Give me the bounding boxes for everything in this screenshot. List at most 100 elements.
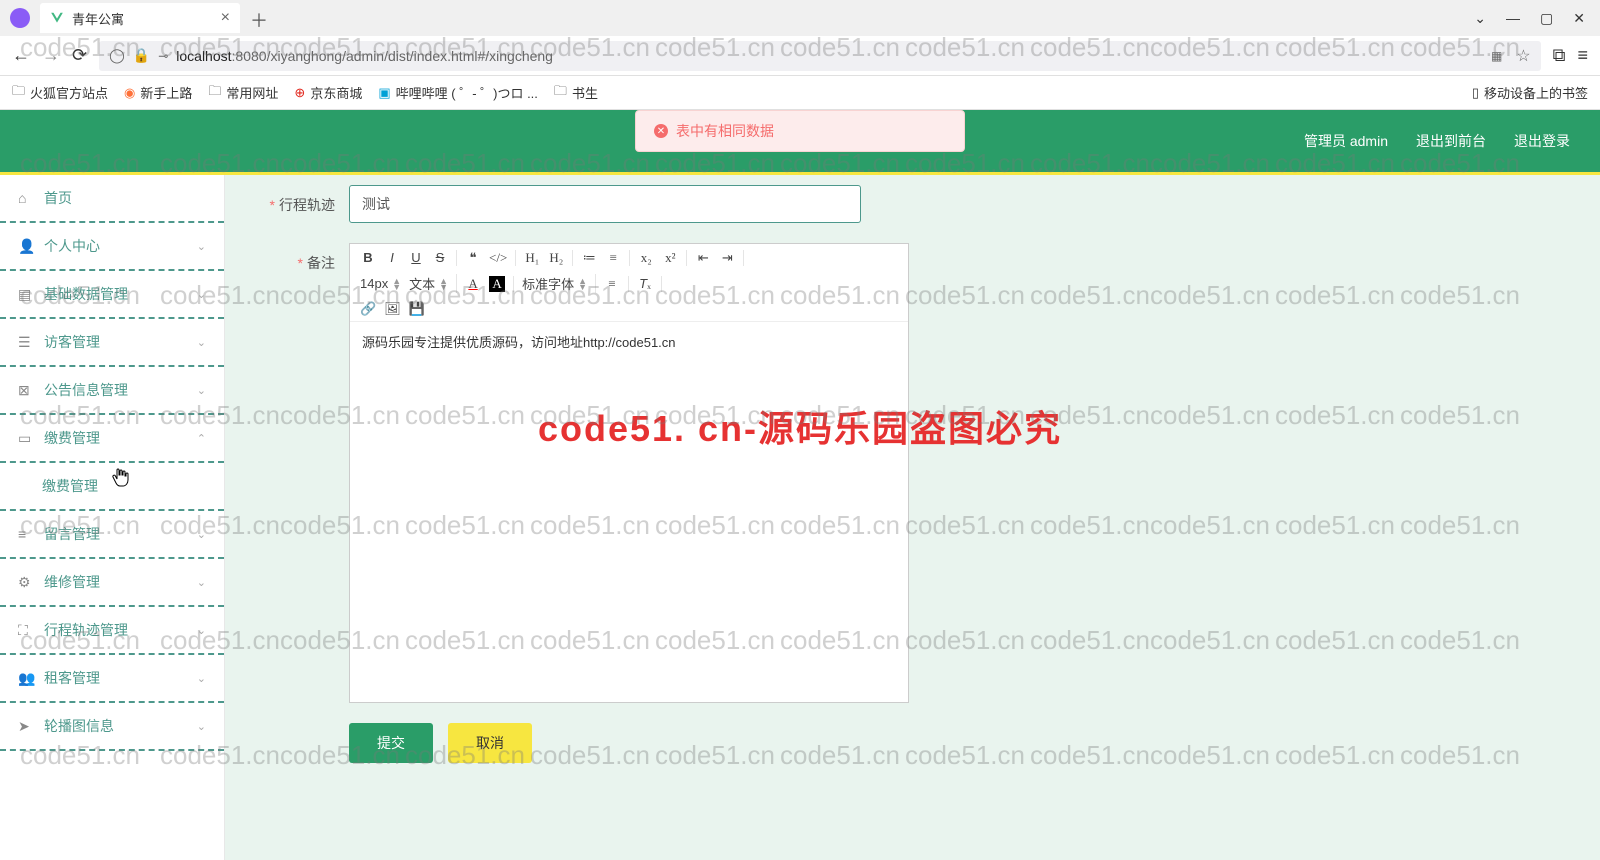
underline-button[interactable]: U — [408, 250, 424, 266]
chevron-down-icon: ⌄ — [197, 720, 206, 733]
chevron-up-icon: ⌃ — [197, 432, 206, 445]
star-icon[interactable]: ☆ — [1516, 46, 1530, 66]
reload-button[interactable]: ⟳ — [72, 45, 87, 66]
browser-tab[interactable]: 青年公寓 × — [40, 3, 240, 33]
italic-button[interactable]: I — [384, 250, 400, 266]
strike-button[interactable]: S — [432, 250, 448, 266]
wallet-icon: ▭ — [18, 430, 34, 447]
code-button[interactable]: </> — [489, 250, 507, 266]
url-text: localhost:8080/xiyanghong/admin/dist/ind… — [176, 48, 553, 64]
db-icon: ▤ — [18, 286, 34, 303]
vue-icon — [50, 11, 64, 25]
bookmark-item[interactable]: 🗀常用网址 — [208, 82, 278, 104]
chevron-down-icon: ⌄ — [197, 384, 206, 397]
alert-toast: ✕ 表中有相同数据 — [635, 110, 965, 152]
list-icon: ☰ — [18, 334, 34, 351]
browser-title-bar: 青年公寓 × ＋ ⌄ — ▢ ✕ — [0, 0, 1600, 36]
bg-color-button[interactable]: A — [489, 276, 505, 292]
sidebar: ⌂首页 👤个人中心⌄ ▤基础数据管理⌄ ☰访客管理⌄ ⊠公告信息管理⌄ ▭缴费管… — [0, 175, 225, 860]
chevron-down-icon: ⌄ — [197, 288, 206, 301]
save-button[interactable]: 💾 — [409, 301, 425, 317]
alert-text: 表中有相同数据 — [676, 121, 774, 141]
minimize-icon[interactable]: — — [1506, 10, 1520, 27]
shield-icon[interactable]: ◯ — [109, 47, 125, 64]
bookmark-bar: 🗀火狐官方站点 ◉新手上路 🗀常用网址 ⊕京东商城 ▣哔哩哔哩 ( ゜- ゜)つ… — [0, 76, 1600, 110]
ol-button[interactable]: ≔ — [581, 250, 597, 266]
image-button[interactable]: 🖼 — [384, 301, 401, 317]
ul-button[interactable]: ≡ — [605, 250, 621, 266]
sidebar-item-basedata[interactable]: ▤基础数据管理⌄ — [0, 271, 224, 319]
firefox-icon — [10, 8, 30, 28]
cancel-button[interactable]: 取消 — [448, 723, 532, 763]
bookmark-item[interactable]: ⊕京东商城 — [294, 83, 362, 102]
sub-button[interactable]: x₂ — [638, 250, 654, 266]
bookmark-item[interactable]: ◉新手上路 — [124, 83, 192, 102]
qr-icon[interactable]: ▦ — [1491, 49, 1502, 63]
sidebar-item-payment[interactable]: ▭缴费管理⌃ — [0, 415, 224, 463]
close-tab-icon[interactable]: × — [221, 9, 230, 27]
address-bar[interactable]: ◯ 🔒 ⊸ localhost:8080/xiyanghong/admin/di… — [99, 41, 1541, 71]
paragraph-select[interactable]: 文本▲▼ — [409, 274, 448, 293]
sidebar-item-personal[interactable]: 👤个人中心⌄ — [0, 223, 224, 271]
indent-less-button[interactable]: ⇤ — [695, 250, 711, 266]
indent-more-button[interactable]: ⇥ — [719, 250, 735, 266]
sidebar-item-trajectory[interactable]: ⛶行程轨迹管理⌄ — [0, 607, 224, 655]
quote-button[interactable]: ❝ — [465, 250, 481, 266]
extension-icon[interactable]: ⧉ — [1553, 45, 1566, 66]
track-icon: ⛶ — [18, 622, 34, 639]
tool-icon: ⚙ — [18, 574, 34, 591]
menu-icon[interactable]: ≡ — [1577, 45, 1588, 66]
maximize-icon[interactable]: ▢ — [1540, 10, 1553, 27]
bookmark-item[interactable]: ▣哔哩哔哩 ( ゜- ゜)つロ ... — [378, 83, 538, 102]
font-family-select[interactable]: 标准字体▲▼ — [522, 274, 587, 293]
submit-button[interactable]: 提交 — [349, 723, 433, 763]
chevron-down-icon: ⌄ — [197, 336, 206, 349]
folder-icon: 🗀 — [12, 82, 25, 104]
sidebar-item-visitor[interactable]: ☰访客管理⌄ — [0, 319, 224, 367]
forward-button[interactable]: → — [42, 45, 60, 66]
dropdown-icon[interactable]: ⌄ — [1474, 10, 1486, 27]
font-size-select[interactable]: 14px▲▼ — [360, 276, 401, 291]
bookmark-item[interactable]: 🗀火狐官方站点 — [12, 82, 108, 104]
bookmark-item[interactable]: 🗀书生 — [554, 82, 598, 104]
editor-content[interactable]: 源码乐园专注提供优质源码，访问地址http://code51.cn — [350, 322, 908, 702]
sidebar-subitem-payment[interactable]: 缴费管理 — [0, 463, 224, 511]
sidebar-item-repair[interactable]: ⚙维修管理⌄ — [0, 559, 224, 607]
rich-editor[interactable]: B I U S ❝ </> H₁ H₂ — [349, 243, 909, 703]
new-tab-button[interactable]: ＋ — [250, 7, 268, 33]
bold-button[interactable]: B — [360, 250, 376, 266]
admin-label[interactable]: 管理员 admin — [1304, 131, 1388, 151]
exit-front-link[interactable]: 退出到前台 — [1416, 131, 1486, 151]
h1-button[interactable]: H₁ — [524, 250, 540, 266]
sidebar-item-tenant[interactable]: 👥租客管理⌄ — [0, 655, 224, 703]
sidebar-item-notice[interactable]: ⊠公告信息管理⌄ — [0, 367, 224, 415]
text-color-button[interactable]: A — [465, 276, 481, 292]
align-button[interactable]: ≡ — [604, 276, 620, 292]
tab-bar[interactable]: 青年公寓 × ＋ — [40, 3, 268, 33]
close-box-icon: ⊠ — [18, 382, 34, 399]
sidebar-item-carousel[interactable]: ➤轮播图信息⌄ — [0, 703, 224, 751]
lock-icon[interactable]: 🔒 — [133, 47, 150, 64]
app-header: ✕ 表中有相同数据 管理员 admin 退出到前台 退出登录 — [0, 110, 1600, 172]
mobile-bookmarks[interactable]: ▯移动设备上的书签 — [1472, 83, 1588, 102]
window-controls: ⌄ — ▢ ✕ — [1474, 10, 1600, 27]
tab-title: 青年公寓 — [72, 9, 124, 28]
people-icon: 👥 — [18, 670, 34, 687]
sidebar-item-message[interactable]: ≡留言管理⌄ — [0, 511, 224, 559]
folder-icon: 🗀 — [554, 82, 567, 104]
clear-format-button[interactable]: Tₓ — [637, 276, 653, 292]
trajectory-input[interactable] — [349, 185, 861, 223]
sidebar-item-home[interactable]: ⌂首页 — [0, 175, 224, 223]
editor-toolbar: B I U S ❝ </> H₁ H₂ — [350, 244, 908, 322]
mobile-icon: ▯ — [1472, 85, 1479, 101]
bilibili-icon: ▣ — [378, 85, 390, 101]
logout-link[interactable]: 退出登录 — [1514, 131, 1570, 151]
chevron-down-icon: ⌄ — [197, 672, 206, 685]
h2-button[interactable]: H₂ — [548, 250, 564, 266]
back-button[interactable]: ← — [12, 45, 30, 66]
close-window-icon[interactable]: ✕ — [1573, 10, 1585, 27]
permissions-icon[interactable]: ⊸ — [158, 49, 168, 63]
link-button[interactable]: 🔗 — [360, 301, 376, 317]
error-icon: ✕ — [654, 124, 668, 138]
sup-button[interactable]: x² — [662, 250, 678, 266]
